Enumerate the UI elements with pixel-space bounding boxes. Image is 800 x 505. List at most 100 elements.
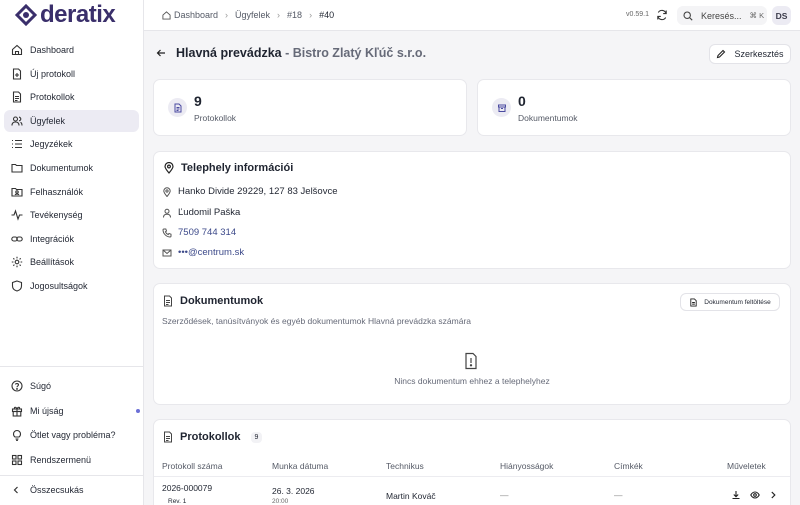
sidebar-item-feedback[interactable]: Ötlet vagy probléma? — [4, 424, 139, 446]
users-icon — [11, 116, 23, 126]
table-header-divider — [154, 476, 790, 477]
site-email[interactable]: •••@centrum.sk — [162, 247, 244, 258]
home-icon — [162, 10, 171, 20]
stat-card-documents[interactable]: 0 Dokumentumok — [477, 79, 791, 136]
gift-icon — [11, 406, 23, 417]
sidebar-item-protocols[interactable]: Protokollok — [4, 86, 139, 108]
folder-icon — [11, 163, 23, 173]
column-header-tags[interactable]: Címkék — [614, 461, 643, 471]
protocol-date: 26. 3. 2026 — [272, 486, 315, 496]
site-info-title: Telephely információi — [163, 162, 293, 174]
edit-button-label: Szerkesztés — [734, 49, 784, 59]
download-icon[interactable] — [731, 490, 741, 500]
protocols-title: Protokollok 9 — [162, 431, 263, 443]
edit-button[interactable]: Szerkesztés — [709, 44, 791, 64]
protocol-number[interactable]: 2026-000079 — [162, 483, 212, 493]
pencil-icon — [717, 49, 726, 59]
sidebar-item-help[interactable]: Súgó — [4, 375, 139, 397]
eye-icon[interactable] — [750, 490, 760, 500]
back-arrow-icon[interactable] — [156, 48, 166, 58]
protocol-technician: Martin Kováč — [386, 491, 436, 501]
sidebar-item-label: Felhasználók — [30, 186, 84, 197]
sidebar-item-settings[interactable]: Beállítások — [4, 251, 139, 273]
sidebar: deratix Dashboard Új protokoll Protokoll… — [0, 0, 144, 505]
chevron-left-icon — [13, 486, 18, 494]
column-header-technician[interactable]: Technikus — [386, 461, 424, 471]
sidebar-item-label: Ügyfelek — [30, 115, 66, 126]
sidebar-item-system-menu[interactable]: Rendszermenü — [4, 449, 139, 471]
sidebar-item-label: Dokumentumok — [30, 162, 94, 173]
breadcrumb-dashboard[interactable]: Dashboard — [162, 10, 218, 20]
file-upload-icon — [690, 297, 697, 307]
notification-dot — [136, 408, 140, 413]
sidebar-item-whats-new[interactable]: Mi újság — [4, 400, 140, 422]
phone-icon — [162, 228, 172, 238]
grid-icon — [11, 454, 23, 465]
sidebar-item-label: Integrációk — [30, 233, 75, 244]
upload-document-button[interactable]: Dokumentum feltöltése — [680, 293, 780, 311]
chevron-right-icon[interactable] — [768, 490, 778, 500]
collapse-button[interactable]: Összecsukás — [4, 480, 139, 500]
sidebar-item-dashboard[interactable]: Dashboard — [4, 39, 139, 61]
page-title: Hlavná prevádzka - Bistro Zlatý Kľúč s.r… — [176, 46, 426, 60]
mail-icon — [162, 249, 172, 256]
stat-card-protocols[interactable]: 9 Protokollok — [153, 79, 467, 136]
protocols-card: Protokollok 9 Protokoll száma Munka dátu… — [153, 419, 791, 505]
sidebar-item-label: Tevékenység — [30, 210, 83, 221]
site-phone-text: 7509 744 314 — [178, 227, 237, 238]
sidebar-item-users[interactable]: Felhasználók — [4, 181, 139, 203]
file-plus-icon — [12, 68, 22, 80]
documents-title: Dokumentumok — [162, 295, 263, 307]
protocol-time: 20:00 — [272, 498, 289, 505]
sidebar-item-permissions[interactable]: Jogosultságok — [4, 275, 139, 297]
gear-icon — [11, 257, 23, 268]
site-contact-text: Ľudomil Paška — [178, 207, 241, 218]
stat-label: Protokollok — [194, 113, 237, 123]
column-header-number[interactable]: Protokoll száma — [162, 461, 222, 471]
documents-card: Dokumentumok Dokumentum feltöltése Szerz… — [153, 283, 791, 405]
sidebar-item-label: Jegyzékek — [30, 139, 73, 150]
site-phone[interactable]: 7509 744 314 — [162, 227, 236, 238]
breadcrumb-customer[interactable]: #18 — [287, 10, 302, 20]
section-title-text: Protokollok — [180, 431, 241, 443]
user-icon — [163, 208, 171, 218]
logo[interactable]: deratix — [14, 3, 116, 27]
sidebar-item-label: Új protokoll — [30, 68, 76, 79]
site-email-text: •••@centrum.sk — [178, 247, 245, 258]
sidebar-item-label: Mi újság — [30, 405, 64, 416]
help-icon — [11, 380, 23, 392]
sidebar-divider — [0, 366, 144, 367]
sidebar-item-label: Súgó — [30, 381, 52, 391]
column-header-date[interactable]: Munka dátuma — [272, 461, 328, 471]
logo-mark-icon — [14, 4, 38, 26]
collapse-label: Összecsukás — [30, 485, 84, 495]
breadcrumb-label: Dashboard — [174, 10, 219, 20]
section-title-text: Dokumentumok — [180, 295, 264, 307]
sidebar-item-integrations[interactable]: Integrációk — [4, 228, 139, 250]
sidebar-item-label: Dashboard — [30, 45, 75, 55]
column-header-defects[interactable]: Hiányosságok — [500, 461, 553, 471]
user-folder-icon — [11, 187, 23, 197]
file-alert-icon — [465, 352, 477, 370]
sidebar-item-new-protocol[interactable]: Új protokoll — [4, 63, 139, 85]
sidebar-item-activity[interactable]: Tevékenység — [4, 204, 139, 226]
breadcrumb-separator: › — [309, 10, 313, 20]
site-address: Hanko Divide 29229, 127 83 Jelšovce — [162, 186, 338, 197]
sidebar-item-customers[interactable]: Ügyfelek — [4, 109, 139, 132]
page-title-separator: - — [281, 46, 293, 60]
sidebar-item-registers[interactable]: Jegyzékek — [4, 133, 139, 155]
search-placeholder: Keresés... — [701, 10, 742, 21]
top-bar: Dashboard › Ügyfelek › #18 › #40 v0.59.1… — [144, 0, 800, 31]
list-icon — [12, 140, 22, 149]
site-info-card: Telephely információi Hanko Divide 29229… — [153, 151, 791, 269]
stat-value: 9 — [194, 93, 202, 109]
breadcrumb-customers[interactable]: Ügyfelek — [235, 10, 270, 20]
search-button[interactable]: Keresés... ⌘ K — [677, 6, 767, 25]
sidebar-item-documents[interactable]: Dokumentumok — [4, 157, 139, 179]
column-header-actions: Műveletek — [727, 461, 766, 471]
avatar[interactable]: DS — [772, 6, 791, 25]
protocols-count-badge: 9 — [250, 431, 263, 443]
protocol-revision: Rev. 1 — [168, 498, 187, 505]
file-text-icon — [174, 103, 181, 112]
refresh-icon[interactable] — [656, 9, 668, 21]
